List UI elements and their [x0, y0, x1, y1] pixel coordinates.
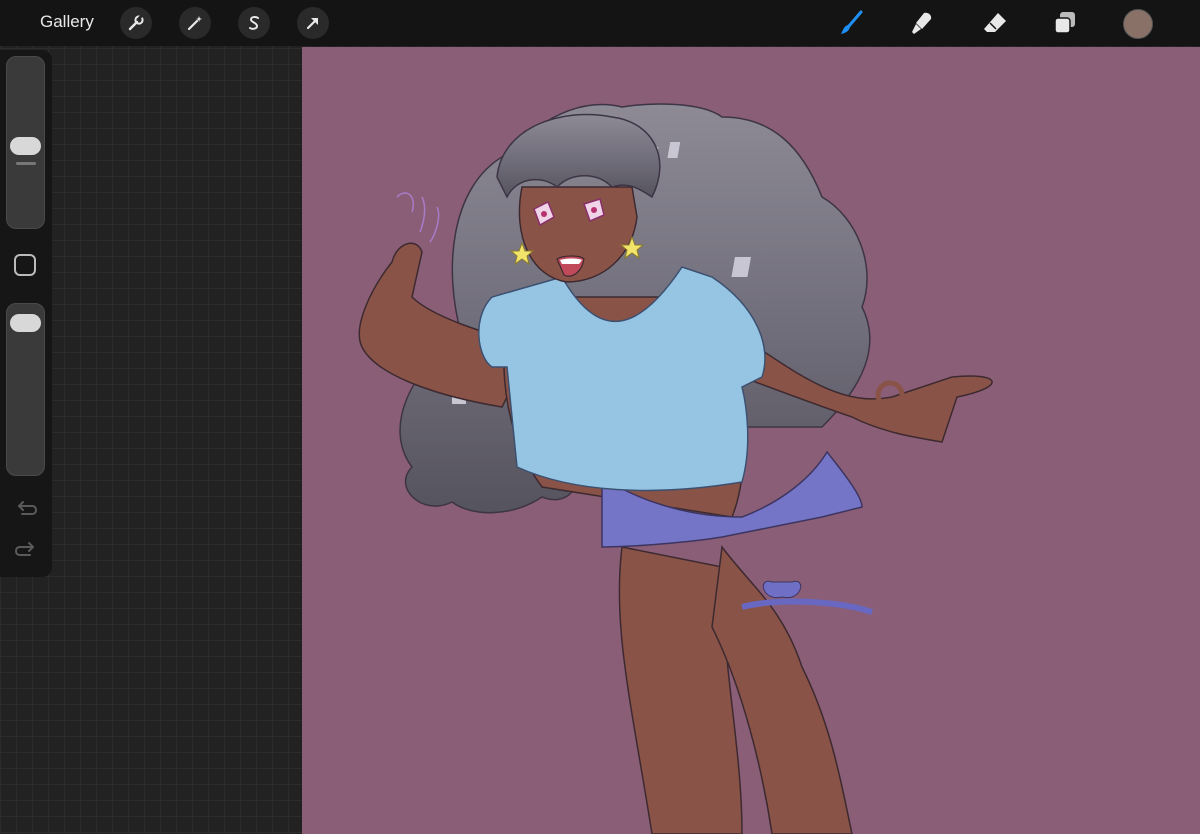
color-picker-swatch[interactable]	[1123, 9, 1153, 39]
eraser-tool[interactable]	[980, 8, 1010, 38]
layers-button[interactable]	[1050, 8, 1080, 38]
eraser-icon	[984, 13, 1006, 32]
brush-size-tick	[16, 162, 36, 166]
actions-button[interactable]	[120, 7, 152, 39]
wrench-icon	[128, 14, 144, 31]
redo-button[interactable]	[14, 541, 38, 561]
smudge-icon	[912, 12, 932, 34]
modify-button[interactable]	[14, 254, 36, 276]
smudge-tool[interactable]	[908, 8, 938, 38]
adjustments-button[interactable]	[179, 7, 211, 39]
magic-wand-icon	[187, 16, 202, 31]
character-artwork	[358, 103, 993, 834]
undo-icon	[17, 501, 38, 515]
undo-button[interactable]	[14, 500, 38, 520]
transform-button[interactable]	[297, 7, 329, 39]
selection-button[interactable]	[238, 7, 270, 39]
brush-size-thumb[interactable]	[10, 137, 41, 156]
opacity-slider[interactable]	[6, 303, 45, 476]
arrow-cursor-icon	[306, 17, 319, 30]
left-sidebar	[0, 50, 52, 577]
selection-s-icon	[249, 16, 259, 30]
opacity-thumb[interactable]	[10, 314, 41, 333]
layers-icon	[1054, 12, 1075, 34]
gallery-button[interactable]: Gallery	[40, 12, 94, 32]
top-toolbar: Gallery	[0, 0, 1200, 46]
brush-size-slider[interactable]	[6, 56, 45, 229]
redo-icon	[14, 542, 35, 556]
drawing-canvas[interactable]	[302, 47, 1200, 834]
brush-tool[interactable]	[836, 8, 866, 38]
brush-icon	[841, 10, 863, 34]
